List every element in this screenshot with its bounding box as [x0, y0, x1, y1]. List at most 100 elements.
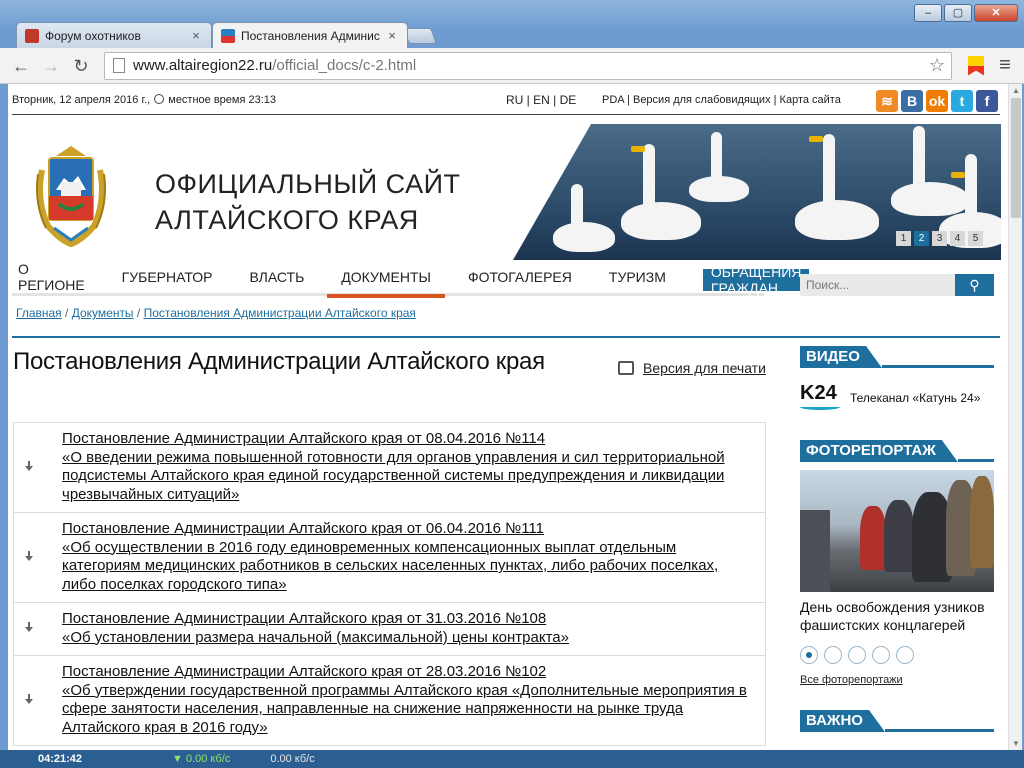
document-subject[interactable]: «Об осуществлении в 2016 году единовреме… [62, 539, 755, 595]
vertical-scrollbar[interactable]: ▲ ▼ [1008, 84, 1022, 750]
upload-speed: 0.00 кб/с [270, 753, 315, 765]
swan-shape [553, 222, 615, 252]
document-item[interactable]: Постановление Администрации Алтайского к… [13, 603, 766, 656]
download-icon[interactable] [23, 622, 35, 636]
hero-banner-swans[interactable]: ‹ 12345 [513, 124, 1001, 260]
document-item[interactable]: Постановление Администрации Алтайского к… [13, 513, 766, 603]
nav-item[interactable]: Документы [327, 265, 445, 298]
all-photoreports-link[interactable]: Все фоторепортажи [800, 674, 994, 686]
nav-item[interactable]: О регионе [18, 261, 85, 295]
page-icon [113, 58, 125, 73]
site-title[interactable]: ОФИЦИАЛЬНЫЙ САЙТ АЛТАЙСКОГО КРАЯ [155, 166, 460, 238]
document-subject[interactable]: «Об установлении размера начальной (макс… [62, 629, 755, 648]
video-heading[interactable]: ВИДЕО [800, 346, 866, 368]
nav-item[interactable]: Власть [250, 265, 305, 295]
language-switcher[interactable]: RU | EN | DE [506, 93, 576, 107]
twitter-icon[interactable]: t [951, 90, 973, 112]
breadcrumb-documents[interactable]: Документы [72, 306, 134, 320]
search-input[interactable] [800, 274, 955, 296]
pager-dot[interactable] [800, 646, 818, 664]
pager-dot[interactable] [848, 646, 866, 664]
back-button[interactable]: ← [8, 53, 34, 79]
photoreport-heading[interactable]: ФОТОРЕПОРТАЖ [800, 440, 942, 462]
scroll-up-arrow-icon[interactable]: ▲ [1009, 86, 1023, 95]
printer-icon [618, 361, 634, 375]
k24-channel-link[interactable]: K24 Телеканал «Катунь 24» [800, 382, 994, 414]
banner-page-button[interactable]: 1 [896, 231, 911, 246]
main-navigation: О регионе Губернатор Власть Документы Фотога… [12, 261, 810, 298]
pager-dot[interactable] [872, 646, 890, 664]
nav-item[interactable]: Обращения граждан [702, 264, 810, 296]
page-viewport: Вторник, 12 апреля 2016 г., местное время… [8, 84, 1008, 750]
breadcrumb-home[interactable]: Главная [16, 306, 62, 320]
nav-item[interactable]: Туризм [609, 265, 666, 295]
divider [12, 114, 1000, 115]
page-title: Постановления Администрации Алтайского к… [13, 348, 545, 375]
tab-title: Постановления Админис [241, 28, 380, 43]
document-title[interactable]: Постановление Администрации Алтайского к… [62, 520, 755, 539]
photoreport-caption[interactable]: День освобождения узников фашистских кон… [800, 598, 994, 634]
k24-channel-name: Телеканал «Катунь 24» [850, 391, 981, 405]
document-item[interactable]: Постановление Администрации Алтайского к… [13, 423, 766, 513]
banner-page-button[interactable]: 2 [914, 231, 929, 246]
search-button[interactable]: ⚲ [955, 274, 994, 296]
print-version-link[interactable]: Версия для печати [618, 360, 766, 376]
important-heading[interactable]: ВАЖНО [800, 710, 869, 732]
forward-button[interactable]: → [38, 53, 64, 79]
download-icon[interactable] [23, 550, 35, 565]
document-title[interactable]: Постановление Администрации Алтайского к… [62, 610, 755, 629]
document-title[interactable]: Постановление Администрации Алтайского к… [62, 430, 755, 449]
vk-icon[interactable]: В [901, 90, 923, 112]
banner-page-button[interactable]: 3 [932, 231, 947, 246]
document-subject[interactable]: «Об утверждении государственной программ… [62, 682, 755, 738]
address-bar[interactable]: www.altairegion22.ru/official_docs/c-2.h… [104, 51, 952, 80]
close-window-button[interactable]: ✕ [974, 4, 1018, 22]
menu-icon[interactable]: ≡ [994, 54, 1016, 77]
swan-shape [621, 202, 701, 240]
photoreport-pager [800, 646, 994, 664]
sidebar: ВИДЕО K24 Телеканал «Катунь 24» ФОТОРЕПО… [800, 346, 994, 732]
tab-hunters-forum[interactable]: Форум охотников × [16, 22, 212, 48]
top-info-bar: Вторник, 12 апреля 2016 г., местное время… [12, 90, 1000, 112]
tab-postanovleniya[interactable]: Постановления Админис × [212, 22, 408, 48]
minimize-button[interactable]: – [914, 4, 942, 22]
site-favicon-icon [221, 28, 235, 43]
rss-icon[interactable]: ≋ [876, 90, 898, 112]
banner-prev-arrow-icon[interactable]: ‹ [545, 182, 561, 204]
download-icon[interactable] [23, 693, 35, 708]
top-links[interactable]: PDA | Версия для слабовидящих | Карта са… [602, 94, 841, 106]
new-tab-button[interactable] [403, 28, 437, 44]
maximize-button[interactable]: ▢ [944, 4, 972, 22]
close-tab-icon[interactable]: × [385, 28, 399, 43]
close-tab-icon[interactable]: × [189, 28, 203, 43]
document-title[interactable]: Постановление Администрации Алтайского к… [62, 663, 755, 682]
document-subject[interactable]: «О введении режима повышенной готовности… [62, 449, 755, 505]
bookmark-star-icon[interactable]: ☆ [929, 55, 945, 76]
swan-shape [891, 182, 969, 216]
document-item[interactable]: Постановление Администрации Алтайского к… [13, 656, 766, 746]
breadcrumb-current[interactable]: Постановления Администрации Алтайского к… [144, 306, 416, 320]
altai-coat-of-arms-logo[interactable] [34, 140, 108, 248]
banner-page-button[interactable]: 5 [968, 231, 983, 246]
reload-button[interactable]: ↻ [68, 53, 94, 79]
scrollbar-thumb[interactable] [1011, 98, 1021, 218]
download-icon[interactable] [23, 460, 35, 475]
facebook-icon[interactable]: f [976, 90, 998, 112]
tab-title: Форум охотников [45, 28, 141, 43]
banner-page-button[interactable]: 4 [950, 231, 965, 246]
search-box: ⚲ [800, 274, 994, 296]
photoreport-section-header: ФОТОРЕПОРТАЖ [800, 440, 994, 462]
extension-bookmark-icon[interactable] [968, 55, 984, 76]
pager-dot[interactable] [824, 646, 842, 664]
nav-item[interactable]: Фотогалерея [468, 265, 572, 295]
tab-strip: Форум охотников × Постановления Админис … [0, 0, 1024, 48]
nav-item[interactable]: Губернатор [122, 265, 213, 295]
photoreport-image[interactable] [800, 470, 994, 592]
url-host: www.altairegion22.ru [133, 57, 273, 74]
person-figure [860, 506, 886, 570]
odnoklassniki-icon[interactable]: ok [926, 90, 948, 112]
heading-rule [881, 346, 994, 368]
scroll-down-arrow-icon[interactable]: ▼ [1009, 739, 1023, 748]
pager-dot[interactable] [896, 646, 914, 664]
swan-shape [689, 176, 749, 202]
